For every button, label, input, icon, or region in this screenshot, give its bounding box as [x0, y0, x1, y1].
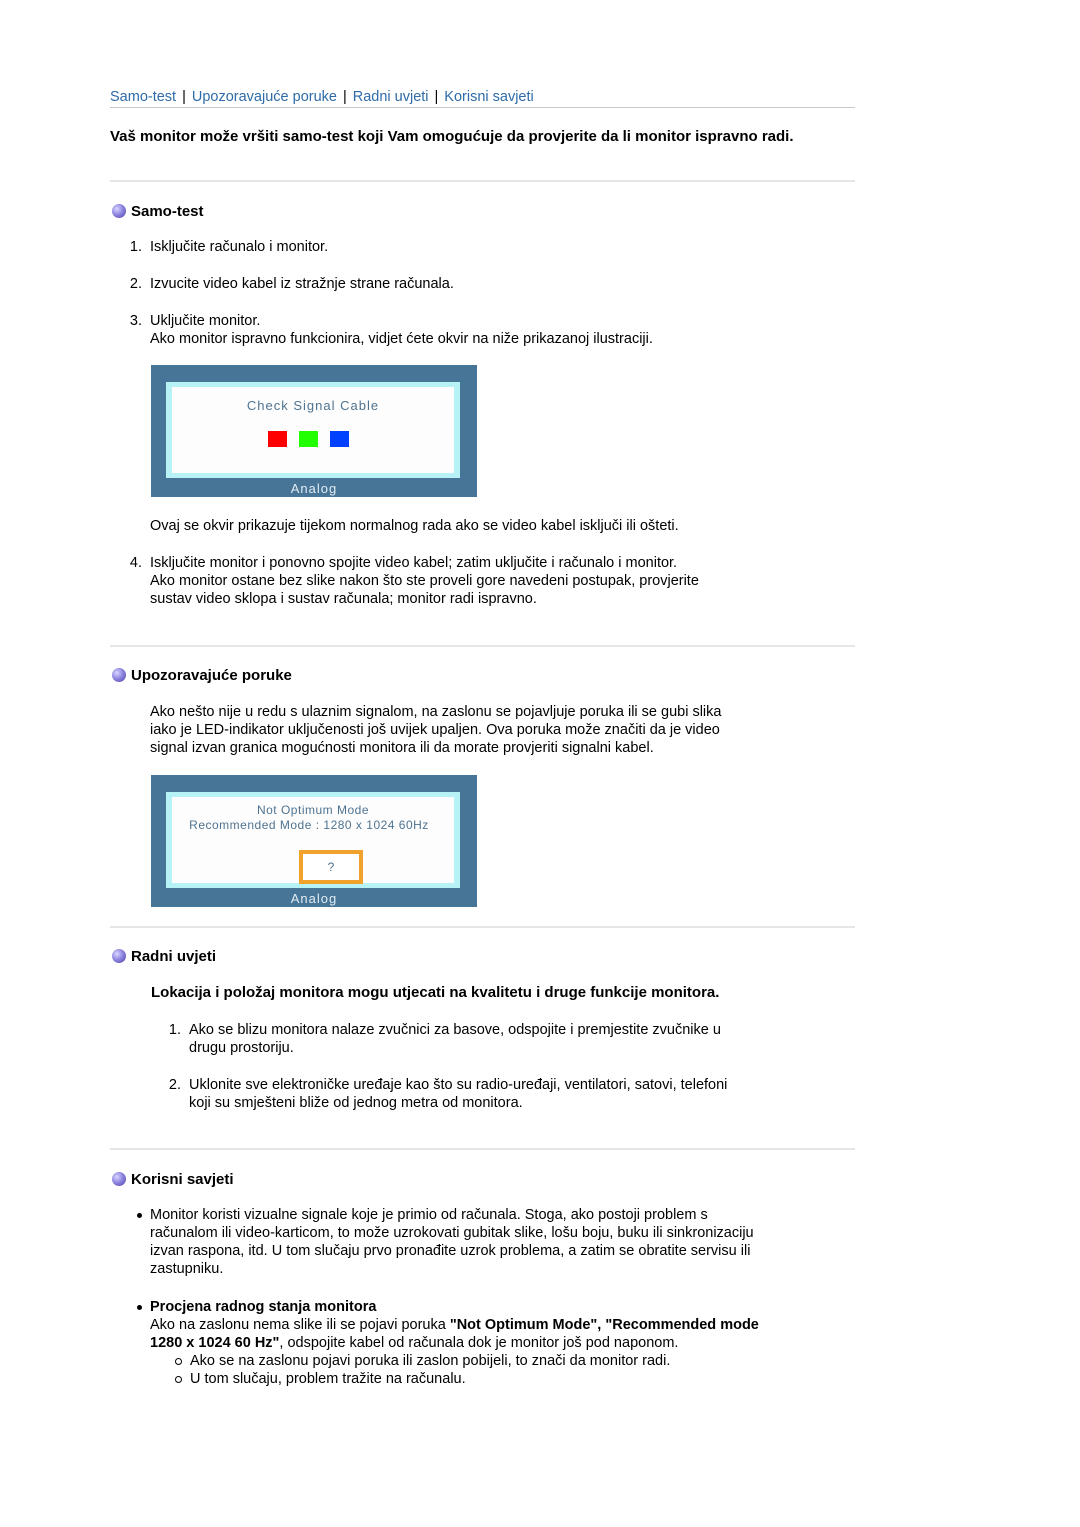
item-text: Uklonite sve elektroničke uređaje kao št… [189, 1077, 728, 1093]
nav-link-korisni-savjeti[interactable]: Korisni savjeti [444, 89, 533, 105]
bullet-circle-icon [175, 1375, 182, 1383]
divider [110, 180, 855, 182]
eval-bold-text: "Not Optimum Mode", "Recommended mode [449, 1317, 759, 1333]
section-heading-korisni-savjeti: Korisni savjeti [112, 1170, 234, 1188]
osd-title: Check Signal Cable [246, 398, 380, 413]
eval-text: Ako na zaslonu nema slike ili se pojavi … [150, 1317, 450, 1333]
question-box: ? [299, 850, 363, 884]
condition-item-2: 2. Uklonite sve elektroničke uređaje kao … [161, 1076, 727, 1094]
step-4-line3: sustav video sklopa i sustav računala; m… [150, 591, 537, 607]
eval-line-1: Ako na zaslonu nema slike ili se pojavi … [150, 1316, 759, 1334]
sub-item-text: Ako se na zaslonu pojavi poruka ili zasl… [190, 1353, 671, 1369]
section-heading-radni-uvjeti: Radni uvjeti [112, 947, 216, 965]
section-nav: Samo-test | Upozoravajuće poruke | Radni uvj… [110, 89, 855, 108]
nav-separator: | [182, 89, 186, 105]
warning-para-line1: Ako nešto nije u redu s ulaznim signalom… [150, 704, 722, 720]
step-4-line2: Ako monitor ostane bez slike nakon što s… [150, 573, 699, 589]
eval-line-2: 1280 x 1024 60 Hz", odspojite kabel od r… [150, 1334, 678, 1352]
step-1: 1. Isključite računalo i monitor. [122, 238, 328, 256]
condition-item-2-line2: koji su smješteni bliže od jednog metra … [189, 1095, 523, 1111]
nav-separator: | [342, 89, 347, 105]
illustration-caption: Ovaj se okvir prikazuje tijekom normalno… [150, 518, 679, 534]
check-signal-illustration: Check Signal Cable Analog [151, 365, 477, 497]
bullet-orb-icon [112, 668, 126, 682]
tip-text: Monitor koristi vizualne signale koje je… [150, 1207, 708, 1223]
step-text: Isključite monitor i ponovno spojite vid… [150, 555, 678, 571]
osd-footer: Analog [290, 481, 338, 496]
step-text: Izvucite video kabel iz stražnje strane … [150, 276, 454, 292]
step-number: 4. [129, 555, 142, 571]
step-number: 3. [129, 313, 142, 329]
sub-item-2: U tom slučaju, problem tražite na računa… [175, 1370, 466, 1388]
condition-item-1-line2: drugu prostoriju. [189, 1040, 294, 1056]
screen: Not Optimum Mode Recommended Mode : 1280… [172, 797, 454, 884]
osd-title: Not Optimum Mode [256, 803, 370, 817]
sub-item-text: U tom slučaju, problem tražite na računa… [190, 1371, 466, 1387]
step-4: 4. Isključite monitor i ponovno spojite v… [122, 554, 677, 572]
divider [110, 926, 855, 928]
item-text: Ako se blizu monitora nalaze zvučnici za… [189, 1022, 721, 1038]
nav-link-samo-test[interactable]: Samo-test [110, 89, 176, 105]
blue-square [330, 431, 349, 447]
bullet-circle-icon [175, 1357, 182, 1365]
step-number: 2. [129, 276, 142, 292]
item-number: 2. [168, 1077, 181, 1093]
conditions-subheading: Lokacija i položaj monitora mogu utjecat… [151, 984, 720, 1001]
step-number: 1. [129, 239, 142, 255]
bullet-orb-icon [112, 1172, 126, 1186]
eval-bold-text: 1280 x 1024 60 Hz" [150, 1335, 280, 1351]
heading-text: Radni uvjeti [131, 947, 217, 965]
sub-item-1: Ako se na zaslonu pojavi poruka ili zasl… [175, 1352, 670, 1370]
condition-item-1: 1. Ako se blizu monitora nalaze zvučnici … [161, 1021, 721, 1039]
heading-text: Korisni savjeti [131, 1170, 234, 1188]
section-heading-samo-test: Samo-test [112, 202, 204, 220]
nav-separator: | [434, 89, 439, 105]
step-2: 2. Izvucite video kabel iz stražnje stran… [122, 275, 454, 293]
divider [110, 645, 855, 647]
heading-text: Samo-test [131, 202, 204, 220]
tip-bullet-1: Monitor koristi vizualne signale koje je… [137, 1206, 708, 1224]
warning-para-line2: iako je LED-indikator uključenosti još u… [150, 722, 720, 738]
tip-line-4: zastupniku. [150, 1261, 224, 1277]
tip-line-3: izvan raspona, itd. U tom slučaju prvo p… [150, 1243, 751, 1259]
bullet-orb-icon [112, 204, 126, 218]
step-text: Isključite računalo i monitor. [150, 239, 329, 255]
intro-text: Vaš monitor može vršiti samo-test koji V… [110, 128, 794, 145]
section-heading-upozoravajuce-poruke: Upozoravajuće poruke [112, 666, 292, 684]
tip-title: Procjena radnog stanja monitora [150, 1299, 377, 1315]
step-3: 3. Uključite monitor. [122, 312, 261, 330]
heading-text: Upozoravajuće poruke [131, 666, 292, 684]
eval-text: , odspojite kabel od računala dok je mon… [279, 1335, 679, 1351]
step-3-detail: Ako monitor ispravno funkcionira, vidjet… [150, 331, 653, 347]
screen: Check Signal Cable [172, 387, 454, 473]
step-text: Uključite monitor. [150, 313, 261, 329]
bullet-orb-icon [112, 949, 126, 963]
green-square [299, 431, 318, 447]
warning-para-line3: signal izvan granica mogućnosti monitora… [150, 740, 654, 756]
red-square [268, 431, 287, 447]
osd-footer: Analog [290, 891, 338, 906]
bullet-dot-icon [137, 1304, 142, 1310]
item-number: 1. [168, 1022, 181, 1038]
divider [110, 1148, 855, 1150]
not-optimum-mode-illustration: Not Optimum Mode Recommended Mode : 1280… [151, 775, 477, 907]
tip-line-2: računalom ili video-karticom, to može uz… [150, 1225, 754, 1241]
nav-link-upozoravajuce-poruke[interactable]: Upozoravajuće poruke [192, 89, 337, 105]
nav-link-radni-uvjeti[interactable]: Radni uvjeti [353, 89, 429, 105]
tip-bullet-2: Procjena radnog stanja monitora [137, 1298, 376, 1316]
osd-recommended-mode: Recommended Mode : 1280 x 1024 60Hz [189, 818, 429, 832]
bullet-dot-icon [137, 1212, 142, 1218]
